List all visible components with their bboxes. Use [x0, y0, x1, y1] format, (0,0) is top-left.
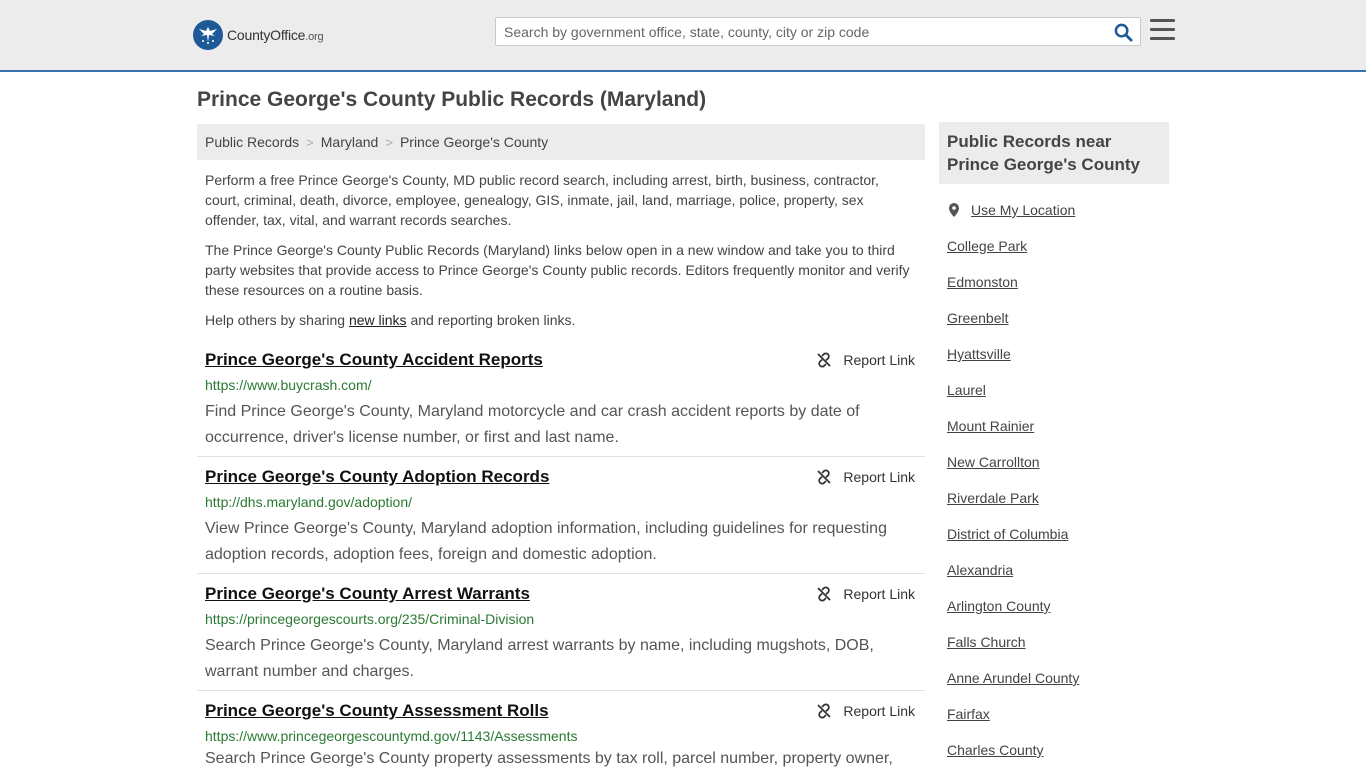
nearby-link-fairfax[interactable]: Fairfax — [947, 706, 990, 722]
search-input[interactable] — [496, 18, 1106, 45]
breadcrumb-public-records[interactable]: Public Records — [205, 134, 299, 150]
record-url: https://www.princegeorgescountymd.gov/11… — [205, 728, 578, 744]
logo-text: CountyOffice.org — [227, 27, 324, 43]
record-title-link[interactable]: Prince George's County Arrest Warrants — [205, 584, 530, 604]
record-title-link[interactable]: Prince George's County Assessment Rolls — [205, 701, 549, 721]
nearby-link-anne-arundel-county[interactable]: Anne Arundel County — [947, 670, 1079, 686]
record-description: View Prince George's County, Maryland ad… — [205, 520, 887, 563]
record-title-link[interactable]: Prince George's County Adoption Records — [205, 467, 549, 487]
nearby-link-falls-church[interactable]: Falls Church — [947, 634, 1026, 650]
intro-paragraph-3: Help others by sharing new links and rep… — [205, 312, 576, 328]
nearby-link-hyattsville[interactable]: Hyattsville — [947, 346, 1011, 362]
broken-link-icon — [817, 352, 832, 368]
search-button[interactable] — [1112, 21, 1134, 43]
broken-link-icon — [817, 586, 832, 602]
location-pin-icon — [949, 203, 959, 217]
search-icon — [1114, 23, 1133, 42]
record-description: Search Prince George's County, Maryland … — [205, 637, 874, 680]
breadcrumb-separator: > — [306, 134, 314, 150]
sidebar-heading: Public Records near Prince George's Coun… — [939, 122, 1169, 184]
nearby-link-charles-county[interactable]: Charles County — [947, 742, 1044, 758]
intro-paragraph-1: Perform a free Prince George's County, M… — [205, 172, 879, 228]
breadcrumb-prince-georges-county[interactable]: Prince George's County — [400, 134, 548, 150]
divider — [197, 573, 925, 574]
divider — [197, 456, 925, 457]
use-my-location-link[interactable]: Use My Location — [947, 202, 1075, 218]
nearby-link-greenbelt[interactable]: Greenbelt — [947, 310, 1008, 326]
nearby-link-riverdale-park[interactable]: Riverdale Park — [947, 490, 1039, 506]
nearby-link-mount-rainier[interactable]: Mount Rainier — [947, 418, 1034, 434]
record-url: https://www.buycrash.com/ — [205, 377, 372, 393]
breadcrumb: Public Records > Maryland > Prince Georg… — [197, 124, 925, 160]
logo-eagle-icon — [193, 20, 223, 50]
site-logo[interactable]: CountyOffice.org — [193, 20, 324, 50]
report-link-button[interactable]: Report Link — [816, 703, 915, 719]
page-title: Prince George's County Public Records (M… — [197, 88, 707, 111]
record-url: https://princegeorgescourts.org/235/Crim… — [205, 611, 535, 627]
broken-link-icon — [817, 469, 832, 485]
hamburger-menu-button[interactable] — [1150, 19, 1176, 43]
site-header: CountyOffice.org — [0, 0, 1366, 72]
record-url: http://dhs.maryland.gov/adoption/ — [205, 494, 413, 510]
divider — [197, 690, 925, 691]
record-description: Find Prince George's County, Maryland mo… — [205, 403, 860, 446]
nearby-link-laurel[interactable]: Laurel — [947, 382, 986, 398]
new-links-link[interactable]: new links — [349, 312, 407, 328]
breadcrumb-maryland[interactable]: Maryland — [321, 134, 379, 150]
broken-link-icon — [817, 703, 832, 719]
nearby-link-college-park[interactable]: College Park — [947, 238, 1027, 254]
nearby-link-new-carrollton[interactable]: New Carrollton — [947, 454, 1040, 470]
record-title-link[interactable]: Prince George's County Accident Reports — [205, 350, 543, 370]
intro-paragraph-2: The Prince George's County Public Record… — [205, 242, 910, 298]
record-description: Search Prince George's County property a… — [205, 750, 893, 767]
breadcrumb-separator: > — [385, 134, 393, 150]
report-link-button[interactable]: Report Link — [816, 586, 915, 602]
nearby-link-edmonston[interactable]: Edmonston — [947, 274, 1018, 290]
nearby-link-district-of-columbia[interactable]: District of Columbia — [947, 526, 1068, 542]
report-link-button[interactable]: Report Link — [816, 469, 915, 485]
report-link-button[interactable]: Report Link — [816, 352, 915, 368]
search-box — [495, 17, 1141, 46]
nearby-link-arlington-county[interactable]: Arlington County — [947, 598, 1051, 614]
nearby-link-alexandria[interactable]: Alexandria — [947, 562, 1013, 578]
